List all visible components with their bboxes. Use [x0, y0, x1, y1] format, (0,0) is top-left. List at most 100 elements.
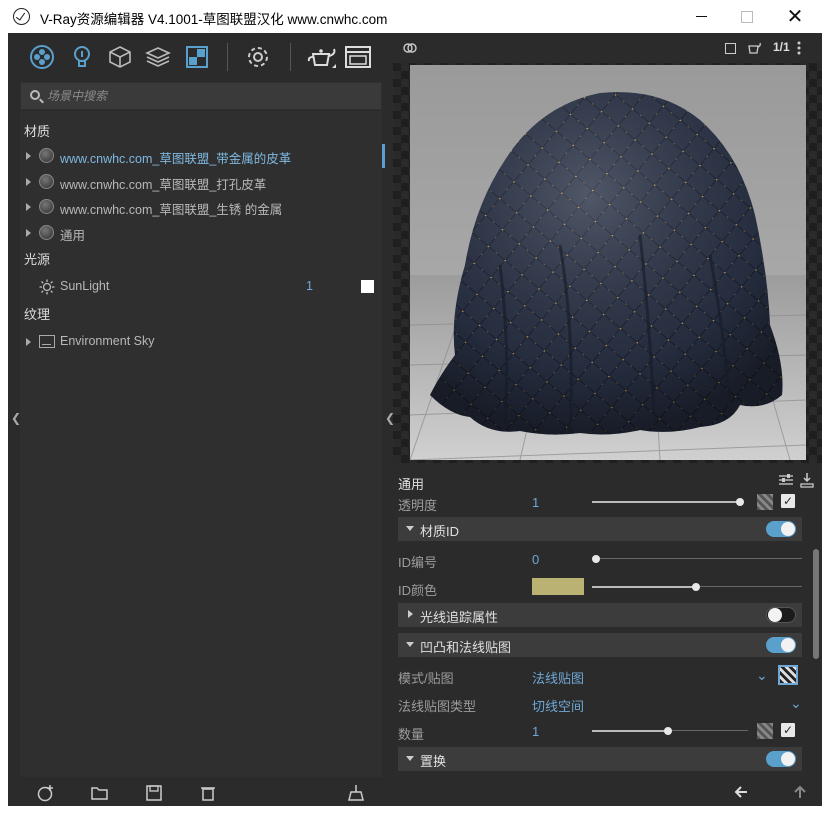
- materials-icon[interactable]: [29, 44, 55, 70]
- mode-map-dropdown[interactable]: 法线贴图: [532, 668, 584, 687]
- section-material-id[interactable]: 材质ID: [398, 517, 802, 541]
- slider-handle[interactable]: [592, 555, 600, 563]
- id-color-slider[interactable]: [592, 583, 802, 591]
- ray-tracing-toggle[interactable]: [766, 607, 796, 623]
- import-material-icon[interactable]: [799, 472, 815, 488]
- normal-texture-slot-icon[interactable]: [778, 665, 798, 685]
- teapot-render-icon[interactable]: [305, 44, 339, 70]
- material-label: 通用: [60, 229, 86, 243]
- expand-arrow-icon[interactable]: [26, 338, 31, 346]
- material-label: www.cnwhc.com_草图联盟_带金属的皮革: [60, 152, 292, 166]
- square-icon[interactable]: [725, 43, 736, 54]
- transparency-checkbox[interactable]: ✓: [781, 494, 795, 508]
- section-collapse-icon[interactable]: [406, 642, 414, 647]
- more-icon[interactable]: [797, 40, 801, 56]
- slider-handle[interactable]: [664, 727, 672, 735]
- bump-toggle[interactable]: [766, 637, 796, 653]
- mode-map-label: 模式/贴图: [398, 671, 454, 686]
- arrow-up-icon[interactable]: [794, 785, 806, 799]
- id-number-slider[interactable]: [592, 555, 802, 563]
- settings-icon[interactable]: [245, 44, 271, 70]
- light-item[interactable]: SunLight 1: [20, 275, 382, 299]
- category-textures[interactable]: 纹理: [24, 304, 50, 323]
- maximize-button[interactable]: [724, 0, 770, 33]
- open-folder-icon[interactable]: [91, 784, 109, 802]
- category-materials[interactable]: 材质: [24, 121, 50, 140]
- texture-slot-icon[interactable]: [757, 494, 773, 510]
- material-sphere-icon: [39, 174, 54, 189]
- chevron-down-icon[interactable]: ⌄: [790, 695, 802, 712]
- amount-checkbox[interactable]: ✓: [781, 723, 795, 737]
- section-expand-icon[interactable]: [408, 610, 413, 618]
- search-input[interactable]: [47, 87, 367, 105]
- expand-arrow-icon[interactable]: [26, 229, 31, 237]
- preview-header: 1/1: [393, 33, 822, 63]
- transparency-slider[interactable]: [592, 498, 744, 506]
- lights-icon[interactable]: [69, 44, 95, 70]
- left-panel: 材质 www.cnwhc.com_草图联盟_带金属的皮革 www.cnwhc.c…: [8, 33, 395, 806]
- delete-icon[interactable]: [199, 784, 217, 802]
- expand-arrow-icon[interactable]: [26, 178, 31, 186]
- mode-map-row: 模式/贴图 法线贴图 ⌄: [398, 663, 802, 687]
- render-elements-icon[interactable]: [184, 44, 210, 70]
- material-item[interactable]: www.cnwhc.com_草图联盟_打孔皮革: [20, 170, 382, 194]
- material-properties-panel: 通用 透明度 1 ✓ 材质ID ID编号 0 ID颜色 光线追踪属性 凹凸和法线…: [393, 467, 822, 779]
- teapot-icon[interactable]: [746, 41, 762, 55]
- save-icon[interactable]: [145, 784, 163, 802]
- id-color-swatch[interactable]: [532, 578, 584, 595]
- resolution-ratio[interactable]: 1/1: [773, 40, 790, 54]
- expand-arrow-icon[interactable]: [26, 203, 31, 211]
- displacement-toggle[interactable]: [766, 751, 796, 767]
- vray-logo-icon: [13, 8, 30, 25]
- preview-lock-icon[interactable]: [403, 42, 417, 54]
- section-title: 凹凸和法线贴图: [420, 640, 512, 655]
- asset-toolbar: [8, 33, 393, 80]
- textures-icon[interactable]: [145, 44, 171, 70]
- section-bump-normal[interactable]: 凹凸和法线贴图: [398, 633, 802, 657]
- window-title: V-Ray资源编辑器 V4.1001-草图联盟汉化 www.cnwhc.com: [40, 12, 388, 27]
- transparency-value[interactable]: 1: [532, 495, 539, 510]
- slider-handle[interactable]: [736, 498, 744, 506]
- category-lights[interactable]: 光源: [24, 249, 50, 268]
- section-collapse-icon[interactable]: [406, 756, 414, 761]
- frame-buffer-icon[interactable]: [343, 44, 373, 70]
- minimize-button[interactable]: [678, 0, 724, 33]
- purge-broom-icon[interactable]: [347, 784, 365, 802]
- right-panel: 1/1 通用 透明度 1 ✓ 材质ID ID编号 0 ID颜色 光线追踪属性 凹…: [393, 33, 822, 806]
- chevron-down-icon[interactable]: ⌄: [756, 667, 768, 684]
- arrow-left-icon[interactable]: [734, 786, 748, 798]
- selection-indicator: [382, 144, 385, 168]
- texture-item[interactable]: Environment Sky: [20, 330, 382, 354]
- properties-scrollbar[interactable]: [813, 549, 819, 659]
- material-id-toggle[interactable]: [766, 521, 796, 537]
- close-button[interactable]: ✕: [772, 0, 818, 33]
- light-color-swatch[interactable]: [361, 280, 374, 293]
- normal-map-type-dropdown[interactable]: 切线空间: [532, 696, 584, 715]
- light-count: 1: [306, 279, 313, 293]
- add-asset-icon[interactable]: [37, 784, 55, 802]
- amount-slider[interactable]: [592, 727, 748, 735]
- section-ray-tracing[interactable]: 光线追踪属性: [398, 603, 802, 627]
- normal-map-type-label: 法线贴图类型: [398, 699, 477, 714]
- id-number-value[interactable]: 0: [532, 552, 539, 567]
- collapse-left-arrow-icon[interactable]: ❮: [11, 411, 21, 425]
- id-number-row: ID编号 0: [398, 547, 802, 571]
- material-sphere-icon: [39, 148, 54, 163]
- properties-bottom-bar: [393, 779, 822, 806]
- material-item[interactable]: www.cnwhc.com_草图联盟_带金属的皮革: [20, 144, 385, 168]
- slider-handle[interactable]: [692, 583, 700, 591]
- scene-search-box[interactable]: [20, 82, 382, 110]
- outliner-bottom-bar: [8, 779, 393, 806]
- adjust-sliders-icon[interactable]: [778, 473, 794, 487]
- sun-icon: [39, 279, 55, 295]
- section-collapse-icon[interactable]: [406, 526, 414, 531]
- amount-value[interactable]: 1: [532, 724, 539, 739]
- normal-map-type-row: 法线贴图类型 切线空间 ⌄: [398, 691, 802, 715]
- section-displacement[interactable]: 置换: [398, 747, 802, 771]
- material-item[interactable]: www.cnwhc.com_草图联盟_生锈 的金属: [20, 195, 382, 219]
- expand-arrow-icon[interactable]: [26, 152, 31, 160]
- texture-slot-icon[interactable]: [757, 723, 773, 739]
- search-icon: [30, 90, 40, 100]
- geometry-icon[interactable]: [107, 44, 133, 70]
- material-item[interactable]: 通用: [20, 221, 382, 245]
